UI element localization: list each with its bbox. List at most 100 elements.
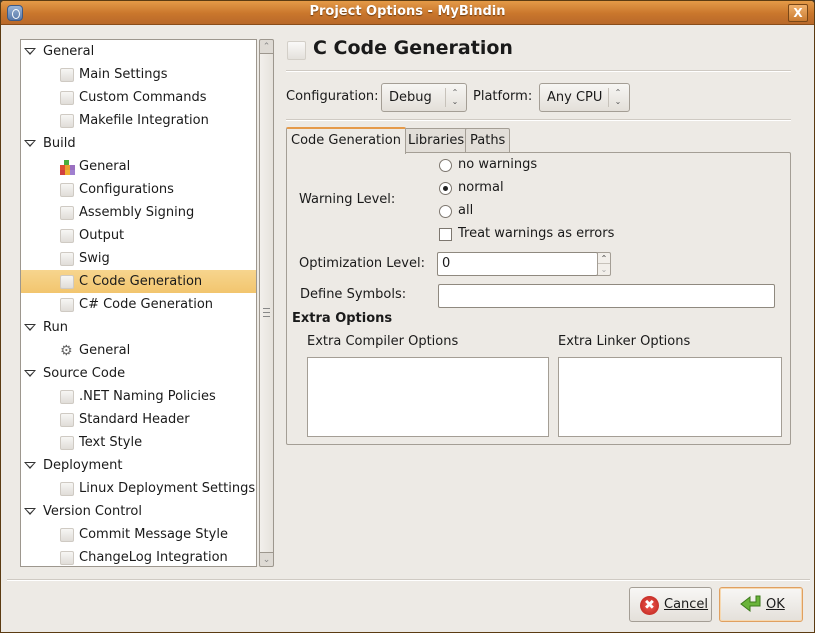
blank-page-icon: [60, 413, 74, 427]
tree-item[interactable]: General: [21, 155, 256, 178]
optimization-spinner[interactable]: ⌃ ⌄: [597, 252, 611, 276]
tree-category[interactable]: General: [21, 40, 256, 63]
tree-item[interactable]: Swig: [21, 247, 256, 270]
tree-item[interactable]: C Code Generation: [21, 270, 256, 293]
tree-item-label: General: [79, 159, 131, 174]
tree-item[interactable]: Output: [21, 224, 256, 247]
combo-arrows-icon: ⌃ ⌄: [614, 88, 622, 106]
tree-item[interactable]: Main Settings: [21, 63, 256, 86]
tree-item[interactable]: ChangeLog Integration: [21, 546, 256, 566]
warning-level-label: Warning Level:: [299, 192, 396, 207]
tree-item[interactable]: Makefile Integration: [21, 109, 256, 132]
radio-all-label[interactable]: all: [458, 203, 473, 218]
blank-page-icon: [60, 390, 74, 404]
tree-item-label: Makefile Integration: [79, 113, 209, 128]
tab-paths[interactable]: Paths: [465, 128, 511, 153]
tree-category[interactable]: Deployment: [21, 454, 256, 477]
expander-triangle-icon[interactable]: [24, 462, 36, 469]
tree-item[interactable]: Custom Commands: [21, 86, 256, 109]
radio-normal-label[interactable]: normal: [458, 180, 504, 195]
treat-warnings-label[interactable]: Treat warnings as errors: [458, 226, 614, 241]
blank-page-icon: [60, 206, 74, 220]
build-blocks-icon: [60, 160, 75, 175]
cancel-icon: ✖: [640, 596, 659, 615]
panel-title: C Code Generation: [313, 37, 513, 59]
scroll-down-button[interactable]: ⌄: [260, 552, 273, 566]
extra-linker-textarea[interactable]: [558, 357, 782, 437]
blank-page-icon: [60, 114, 74, 128]
configuration-value: Debug: [389, 90, 432, 105]
tree-category[interactable]: Version Control: [21, 500, 256, 523]
extra-options-heading: Extra Options: [292, 311, 393, 326]
scroll-thumb[interactable]: [260, 54, 273, 552]
radio-normal[interactable]: [439, 182, 452, 195]
combo-arrows-icon: ⌃ ⌄: [451, 88, 459, 106]
tree-category-label: Run: [43, 320, 68, 335]
close-button[interactable]: X: [788, 4, 808, 22]
radio-no-warnings[interactable]: [439, 159, 452, 172]
platform-combo[interactable]: Any CPU ⌃ ⌄: [539, 83, 630, 112]
tree-category[interactable]: Run: [21, 316, 256, 339]
tab-libraries[interactable]: Libraries: [403, 128, 470, 153]
expander-triangle-icon[interactable]: [24, 508, 36, 515]
tree-item[interactable]: Assembly Signing: [21, 201, 256, 224]
blank-page-icon: [60, 229, 74, 243]
expander-triangle-icon[interactable]: [24, 140, 36, 147]
radio-all[interactable]: [439, 205, 452, 218]
optimization-level-input[interactable]: 0: [437, 252, 598, 276]
gears-icon: ⚙: [60, 343, 73, 359]
blank-page-icon: [60, 91, 74, 105]
expander-triangle-icon[interactable]: [24, 324, 36, 331]
tree-item-label: Commit Message Style: [79, 527, 228, 542]
radio-no-warnings-label[interactable]: no warnings: [458, 157, 537, 172]
blank-page-icon: [60, 551, 74, 565]
tree-item[interactable]: C# Code Generation: [21, 293, 256, 316]
extra-linker-label: Extra Linker Options: [558, 334, 691, 349]
blank-page-icon: [60, 252, 74, 266]
expander-triangle-icon[interactable]: [24, 48, 36, 55]
tree-item[interactable]: Standard Header: [21, 408, 256, 431]
tree-item-label: Main Settings: [79, 67, 168, 82]
extra-compiler-textarea[interactable]: [307, 357, 549, 437]
tree-item[interactable]: Linux Deployment Settings: [21, 477, 256, 500]
tree-item-label: Custom Commands: [79, 90, 207, 105]
define-symbols-input[interactable]: [438, 284, 775, 308]
blank-page-icon: [60, 183, 74, 197]
ok-button[interactable]: OK: [719, 587, 803, 622]
tree-item-label: Linux Deployment Settings: [79, 481, 256, 496]
scroll-up-button[interactable]: ⌃: [260, 40, 273, 54]
define-symbols-label: Define Symbols:: [300, 287, 407, 302]
blank-page-icon: [60, 528, 74, 542]
tree-item-label: Standard Header: [79, 412, 190, 427]
tree-item[interactable]: .NET Naming Policies: [21, 385, 256, 408]
ok-mnemonic: O: [766, 597, 777, 612]
button-separator: [7, 579, 810, 581]
expander-triangle-icon[interactable]: [24, 370, 36, 377]
spin-up-icon[interactable]: ⌃: [598, 253, 610, 264]
platform-label: Platform:: [473, 89, 533, 104]
configuration-combo[interactable]: Debug ⌃ ⌄: [381, 83, 467, 112]
tree-category-label: Build: [43, 136, 76, 151]
tree-item-label: Configurations: [79, 182, 174, 197]
blank-page-icon: [60, 298, 74, 312]
optimization-level-value: 0: [442, 256, 451, 271]
tree-item[interactable]: Configurations: [21, 178, 256, 201]
platform-value: Any CPU: [547, 90, 603, 105]
blank-page-icon: [60, 436, 74, 450]
options-tree[interactable]: General Main Settings Custom Commands Makef…: [20, 39, 257, 567]
tree-item[interactable]: Commit Message Style: [21, 523, 256, 546]
tree-item-label: C# Code Generation: [79, 297, 214, 312]
title-bar[interactable]: Project Options - MyBindin X: [1, 1, 814, 25]
tree-category[interactable]: Build: [21, 132, 256, 155]
tree-category[interactable]: Source Code: [21, 362, 256, 385]
tree-item[interactable]: Text Style: [21, 431, 256, 454]
spin-down-icon[interactable]: ⌄: [598, 264, 610, 275]
cancel-label: ancel: [673, 597, 709, 612]
treat-warnings-checkbox[interactable]: [439, 228, 452, 241]
tree-item[interactable]: ⚙ General: [21, 339, 256, 362]
cancel-mnemonic: C: [664, 597, 674, 612]
tree-scrollbar[interactable]: ⌃ ⌄: [259, 39, 274, 567]
cancel-button[interactable]: ✖ Cancel: [629, 587, 712, 622]
optimization-level-label: Optimization Level:: [299, 256, 425, 271]
tab-code-generation[interactable]: Code Generation: [286, 127, 406, 154]
